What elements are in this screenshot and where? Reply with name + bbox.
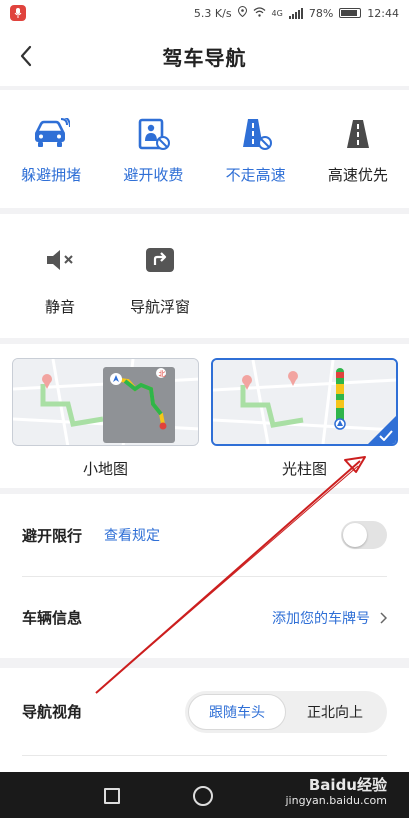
svg-text:北: 北 bbox=[159, 370, 166, 378]
nav-view-section: 导航视角 跟随车头 正北向上 bbox=[0, 668, 409, 772]
route-opt-highway-first[interactable]: 高速优先 bbox=[307, 90, 409, 208]
mic-icon bbox=[10, 5, 26, 21]
network-speed: 5.3 K/s bbox=[193, 6, 232, 20]
clock: 12:44 bbox=[367, 6, 399, 20]
system-nav-bar: Baidu经验 jingyan.baidu.com bbox=[0, 772, 409, 818]
tool-float-window[interactable]: 导航浮窗 bbox=[110, 214, 210, 338]
network-type: 4G bbox=[271, 8, 283, 18]
chevron-right-icon bbox=[380, 611, 387, 624]
no-highway-icon bbox=[239, 116, 273, 152]
settings-rows: 避开限行 查看规定 车辆信息 添加您的车牌号 bbox=[0, 494, 409, 658]
back-button[interactable] bbox=[10, 40, 42, 72]
view-rules-link[interactable]: 查看规定 bbox=[104, 525, 160, 545]
add-plate-link[interactable]: 添加您的车牌号 bbox=[272, 608, 370, 628]
header: 驾车导航 bbox=[0, 26, 409, 86]
mini-map-thumbnail: 北 bbox=[12, 358, 199, 446]
mode-light-bar[interactable]: 光柱图 bbox=[211, 358, 398, 492]
row-nav-view: 导航视角 跟随车头 正北向上 bbox=[22, 668, 387, 756]
row-title: 车辆信息 bbox=[22, 609, 83, 627]
tool-label: 静音 bbox=[44, 298, 75, 316]
toll-icon bbox=[136, 116, 171, 152]
route-opt-avoid-congestion[interactable]: 躲避拥堵 bbox=[0, 90, 102, 208]
check-icon bbox=[379, 430, 393, 441]
page-title: 驾车导航 bbox=[162, 45, 247, 70]
row-title: 避开限行 bbox=[22, 526, 83, 545]
row-avoid-restriction: 避开限行 查看规定 bbox=[22, 494, 387, 576]
route-opt-avoid-toll[interactable]: 避开收费 bbox=[102, 90, 204, 208]
location-icon bbox=[237, 5, 247, 20]
tool-label: 导航浮窗 bbox=[129, 298, 190, 316]
mute-icon bbox=[45, 244, 75, 276]
battery-icon bbox=[339, 8, 362, 18]
recent-apps-button[interactable] bbox=[104, 788, 120, 804]
wifi-icon bbox=[253, 6, 266, 20]
watermark-brand: Baidu经验 bbox=[308, 776, 387, 794]
view-option-north-up[interactable]: 正北向上 bbox=[286, 694, 384, 730]
route-opt-label: 高速优先 bbox=[327, 166, 388, 184]
home-button[interactable] bbox=[193, 786, 213, 806]
view-segmented-control: 跟随车头 正北向上 bbox=[185, 690, 387, 733]
row-vehicle-info[interactable]: 车辆信息 添加您的车牌号 bbox=[22, 576, 387, 658]
light-bar-thumbnail bbox=[211, 358, 398, 446]
watermark: Baidu经验 jingyan.baidu.com bbox=[285, 778, 387, 808]
row-title: 导航视角 bbox=[22, 703, 83, 721]
nav-tools: 静音 导航浮窗 bbox=[0, 214, 409, 338]
route-opt-no-highway[interactable]: 不走高速 bbox=[205, 90, 307, 208]
route-opt-label: 不走高速 bbox=[225, 166, 286, 184]
mode-label: 小地图 bbox=[82, 460, 128, 478]
battery-percent: 78% bbox=[308, 6, 334, 20]
highway-icon bbox=[343, 116, 373, 152]
float-window-icon bbox=[145, 244, 175, 276]
view-option-follow-heading[interactable]: 跟随车头 bbox=[188, 693, 286, 730]
route-opt-label: 躲避拥堵 bbox=[21, 166, 82, 184]
signal-icon bbox=[288, 7, 303, 19]
status-bar: 5.3 K/s 4G 78% 12:44 bbox=[0, 0, 409, 26]
route-preferences: 躲避拥堵 避开收费 不走高速 高速优先 bbox=[0, 90, 409, 208]
watermark-url: jingyan.baidu.com bbox=[285, 794, 387, 807]
restriction-toggle[interactable] bbox=[341, 521, 387, 549]
route-opt-label: 避开收费 bbox=[123, 166, 184, 184]
chevron-left-icon bbox=[20, 45, 32, 67]
mode-mini-map[interactable]: 北 小地图 bbox=[12, 358, 199, 492]
mode-label: 光柱图 bbox=[281, 460, 327, 478]
map-display-modes: 北 小地图 光柱图 bbox=[0, 344, 409, 488]
tool-mute[interactable]: 静音 bbox=[10, 214, 110, 338]
car-congestion-icon bbox=[32, 116, 71, 152]
